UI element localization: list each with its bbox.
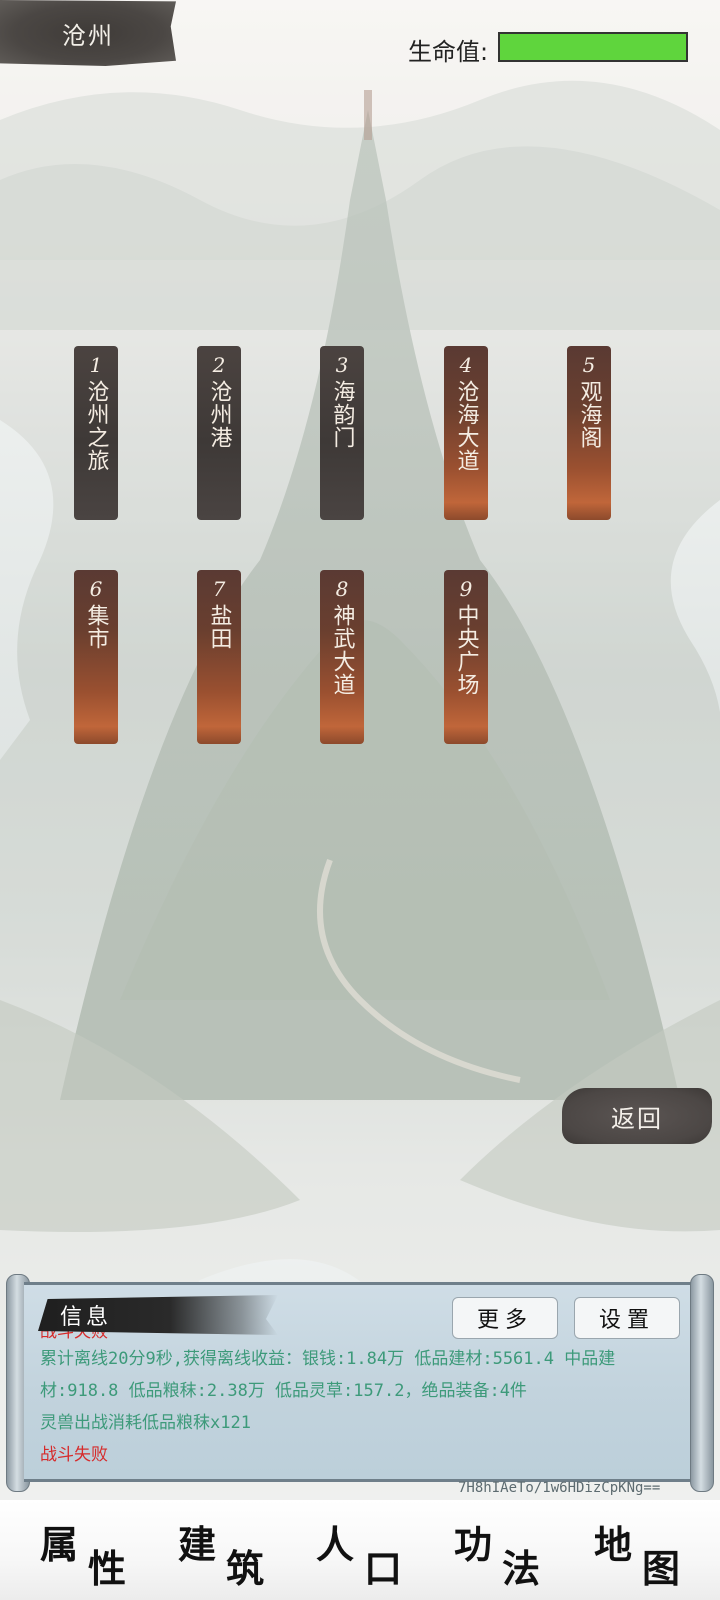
location-card-9[interactable]: 9 中央广场 [444, 570, 488, 744]
location-number: 7 [212, 577, 226, 601]
nav-char: 属 [40, 1522, 79, 1567]
nav-char: 地 [594, 1522, 633, 1567]
location-card-8[interactable]: 8 神武大道 [320, 570, 364, 744]
nav-char: 功 [454, 1522, 493, 1567]
bottom-nav: 属 性 建 筑 人 口 功 法 地 图 [0, 1500, 720, 1600]
location-name: 沧州港 [206, 380, 232, 449]
info-panel: 战斗失败 累计离线20分9秒,获得离线收益：银钱:1.84万 低品建材:5561… [6, 1274, 714, 1492]
log-line: 灵兽出战消耗低品粮秣x121 [40, 1413, 251, 1433]
location-name: 神武大道 [329, 604, 355, 696]
nav-char: 口 [364, 1546, 403, 1591]
location-tag: 沧州 [0, 0, 176, 66]
location-number: 3 [335, 353, 349, 377]
hp-bar [498, 32, 688, 62]
location-name: 中央广场 [453, 604, 479, 696]
nav-build[interactable]: 建 筑 [178, 1514, 288, 1591]
nav-char: 建 [178, 1522, 217, 1567]
settings-button[interactable]: 设置 [574, 1297, 680, 1339]
settings-button-label: 设置 [598, 1308, 655, 1333]
location-number: 6 [89, 577, 103, 601]
location-card-2[interactable]: 2 沧州港 [197, 346, 241, 520]
location-name: 沧州之旅 [83, 380, 109, 472]
location-name: 集市 [83, 604, 109, 650]
location-name: 观海阁 [576, 380, 602, 449]
location-number: 9 [459, 577, 473, 601]
location-number: 5 [582, 353, 596, 377]
nav-char: 性 [88, 1546, 127, 1591]
location-number: 2 [212, 353, 226, 377]
nav-char: 图 [642, 1546, 681, 1591]
location-card-3[interactable]: 3 海韵门 [320, 346, 364, 520]
location-card-6[interactable]: 6 集市 [74, 570, 118, 744]
location-card-5[interactable]: 5 观海阁 [567, 346, 611, 520]
location-card-7[interactable]: 7 盐田 [197, 570, 241, 744]
log-line: 战斗失败 [40, 1445, 108, 1465]
nav-population[interactable]: 人 口 [316, 1514, 426, 1591]
back-button-label: 返回 [611, 1104, 663, 1133]
scroll-rod-right [690, 1274, 714, 1492]
location-number: 4 [459, 353, 473, 377]
more-button[interactable]: 更多 [452, 1297, 558, 1339]
location-number: 1 [89, 353, 103, 377]
nav-char: 人 [316, 1522, 355, 1567]
message-log[interactable]: 战斗失败 累计离线20分9秒,获得离线收益：银钱:1.84万 低品建材:5561… [40, 1325, 670, 1475]
info-panel-body: 战斗失败 累计离线20分9秒,获得离线收益：银钱:1.84万 低品建材:5561… [24, 1282, 696, 1482]
nav-map[interactable]: 地 图 [594, 1514, 704, 1591]
more-button-label: 更多 [476, 1308, 533, 1333]
info-title: 信息 [38, 1295, 278, 1335]
location-name: 沧海大道 [453, 380, 479, 472]
nav-skills[interactable]: 功 法 [454, 1514, 564, 1591]
location-card-1[interactable]: 1 沧州之旅 [74, 346, 118, 520]
nav-char: 法 [502, 1546, 541, 1591]
session-id: 7H8hIAeTo/1w6HDizCpKNg== [458, 1480, 661, 1496]
location-name: 沧州 [62, 21, 114, 50]
hp-bar-fill [500, 34, 686, 60]
location-name: 海韵门 [329, 380, 355, 449]
location-number: 8 [335, 577, 349, 601]
log-line: 累计离线20分9秒,获得离线收益：银钱:1.84万 低品建材:5561.4 中品… [40, 1349, 616, 1401]
location-name: 盐田 [206, 604, 232, 650]
info-title-text: 信息 [60, 1305, 113, 1330]
location-card-4[interactable]: 4 沧海大道 [444, 346, 488, 520]
hp-label: 生命值: [408, 38, 489, 66]
nav-attributes[interactable]: 属 性 [40, 1514, 150, 1591]
nav-char: 筑 [226, 1546, 265, 1591]
back-button[interactable]: 返回 [562, 1088, 712, 1144]
